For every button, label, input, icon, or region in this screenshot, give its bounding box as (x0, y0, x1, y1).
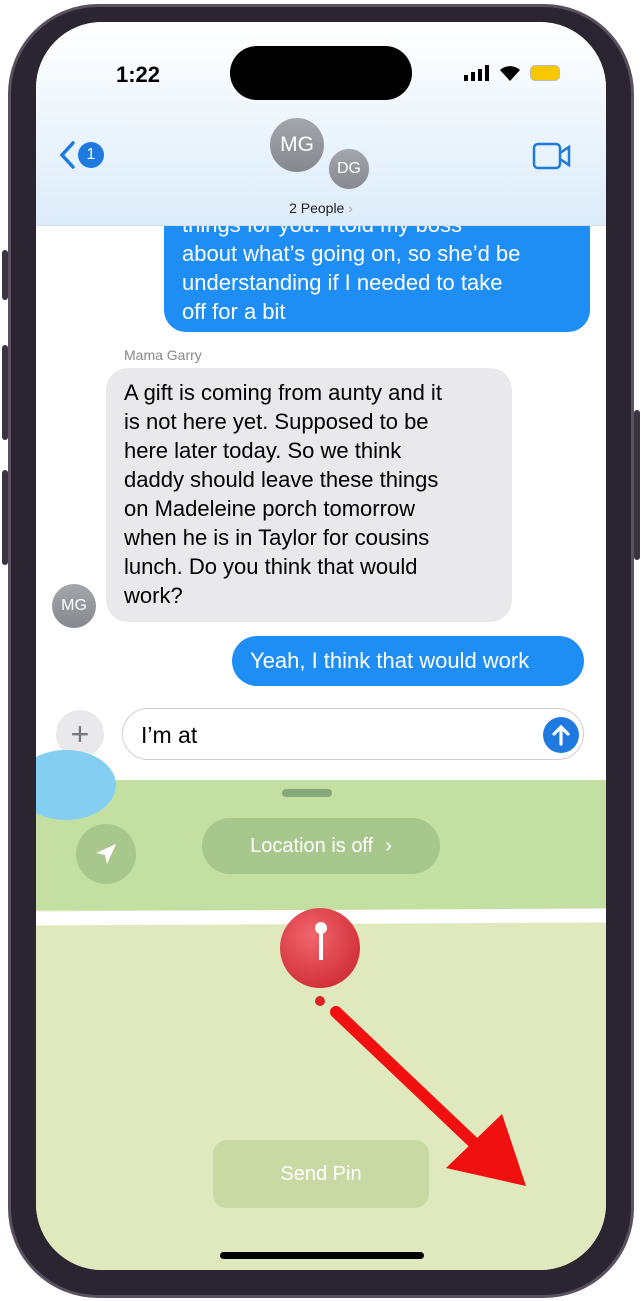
unread-badge: 1 (78, 142, 104, 168)
message-bubble-received: A gift is coming from aunty and it is not… (106, 368, 512, 622)
avatar[interactable]: DG (328, 148, 370, 190)
screen: 1:22 1 MG DG 2 People › things for you. … (36, 22, 606, 1270)
cellular-icon (464, 65, 489, 81)
status-time: 1:22 (116, 62, 161, 87)
avatar[interactable]: MG (270, 118, 324, 172)
group-title[interactable]: 2 People › (36, 200, 606, 216)
dynamic-island (230, 46, 412, 100)
sheet-grabber[interactable] (282, 789, 332, 797)
message-input[interactable]: I’m at (122, 708, 584, 760)
location-map[interactable]: Location is off › Send Pin (36, 750, 606, 1270)
sender-avatar: MG (52, 584, 96, 628)
location-arrow-icon (96, 844, 116, 864)
send-button[interactable] (543, 717, 579, 753)
conversation-header: 1:22 1 MG DG 2 People › (36, 22, 606, 226)
chevron-right-icon: › (385, 834, 392, 857)
volume-up-button (2, 345, 8, 440)
back-button[interactable]: 1 (58, 140, 104, 170)
volume-down-button (2, 470, 8, 565)
home-indicator (220, 1252, 424, 1259)
message-bubble-sent: Yeah, I think that would work (232, 636, 584, 686)
location-off-button[interactable]: Location is off › (202, 818, 440, 874)
battery-icon (530, 65, 560, 81)
video-call-icon[interactable] (532, 142, 572, 170)
chevron-left-icon (59, 141, 75, 169)
side-button (634, 410, 640, 560)
send-pin-button[interactable]: Send Pin (213, 1140, 429, 1208)
sender-label: Mama Garry (124, 347, 202, 363)
current-location-button[interactable] (76, 824, 136, 884)
wifi-icon (500, 66, 520, 81)
arrow-up-icon (552, 724, 570, 746)
status-icons (464, 64, 560, 82)
map-pin[interactable] (280, 908, 360, 988)
action-button (2, 250, 8, 300)
